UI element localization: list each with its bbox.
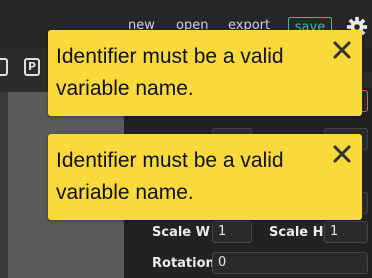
frame-tool-icon[interactable] <box>0 58 8 76</box>
toast-message: Identifier must be a valid variable name… <box>56 45 284 100</box>
scale-h-field[interactable]: 1 <box>324 221 368 243</box>
p-tool-icon[interactable]: P <box>24 58 40 76</box>
close-icon[interactable] <box>332 40 352 60</box>
error-toast-1: Identifier must be a valid variable name… <box>48 30 362 116</box>
scale-w-field[interactable]: 1 <box>212 221 252 243</box>
rotation-field[interactable]: 0 <box>212 252 368 274</box>
close-icon[interactable] <box>332 144 352 164</box>
scale-h-label: Scale H <box>269 225 324 240</box>
toast-message: Identifier must be a valid variable name… <box>56 149 284 204</box>
scale-w-label: Scale W <box>152 225 210 240</box>
error-toast-2: Identifier must be a valid variable name… <box>48 134 362 220</box>
rotation-label: Rotation <box>152 256 215 271</box>
